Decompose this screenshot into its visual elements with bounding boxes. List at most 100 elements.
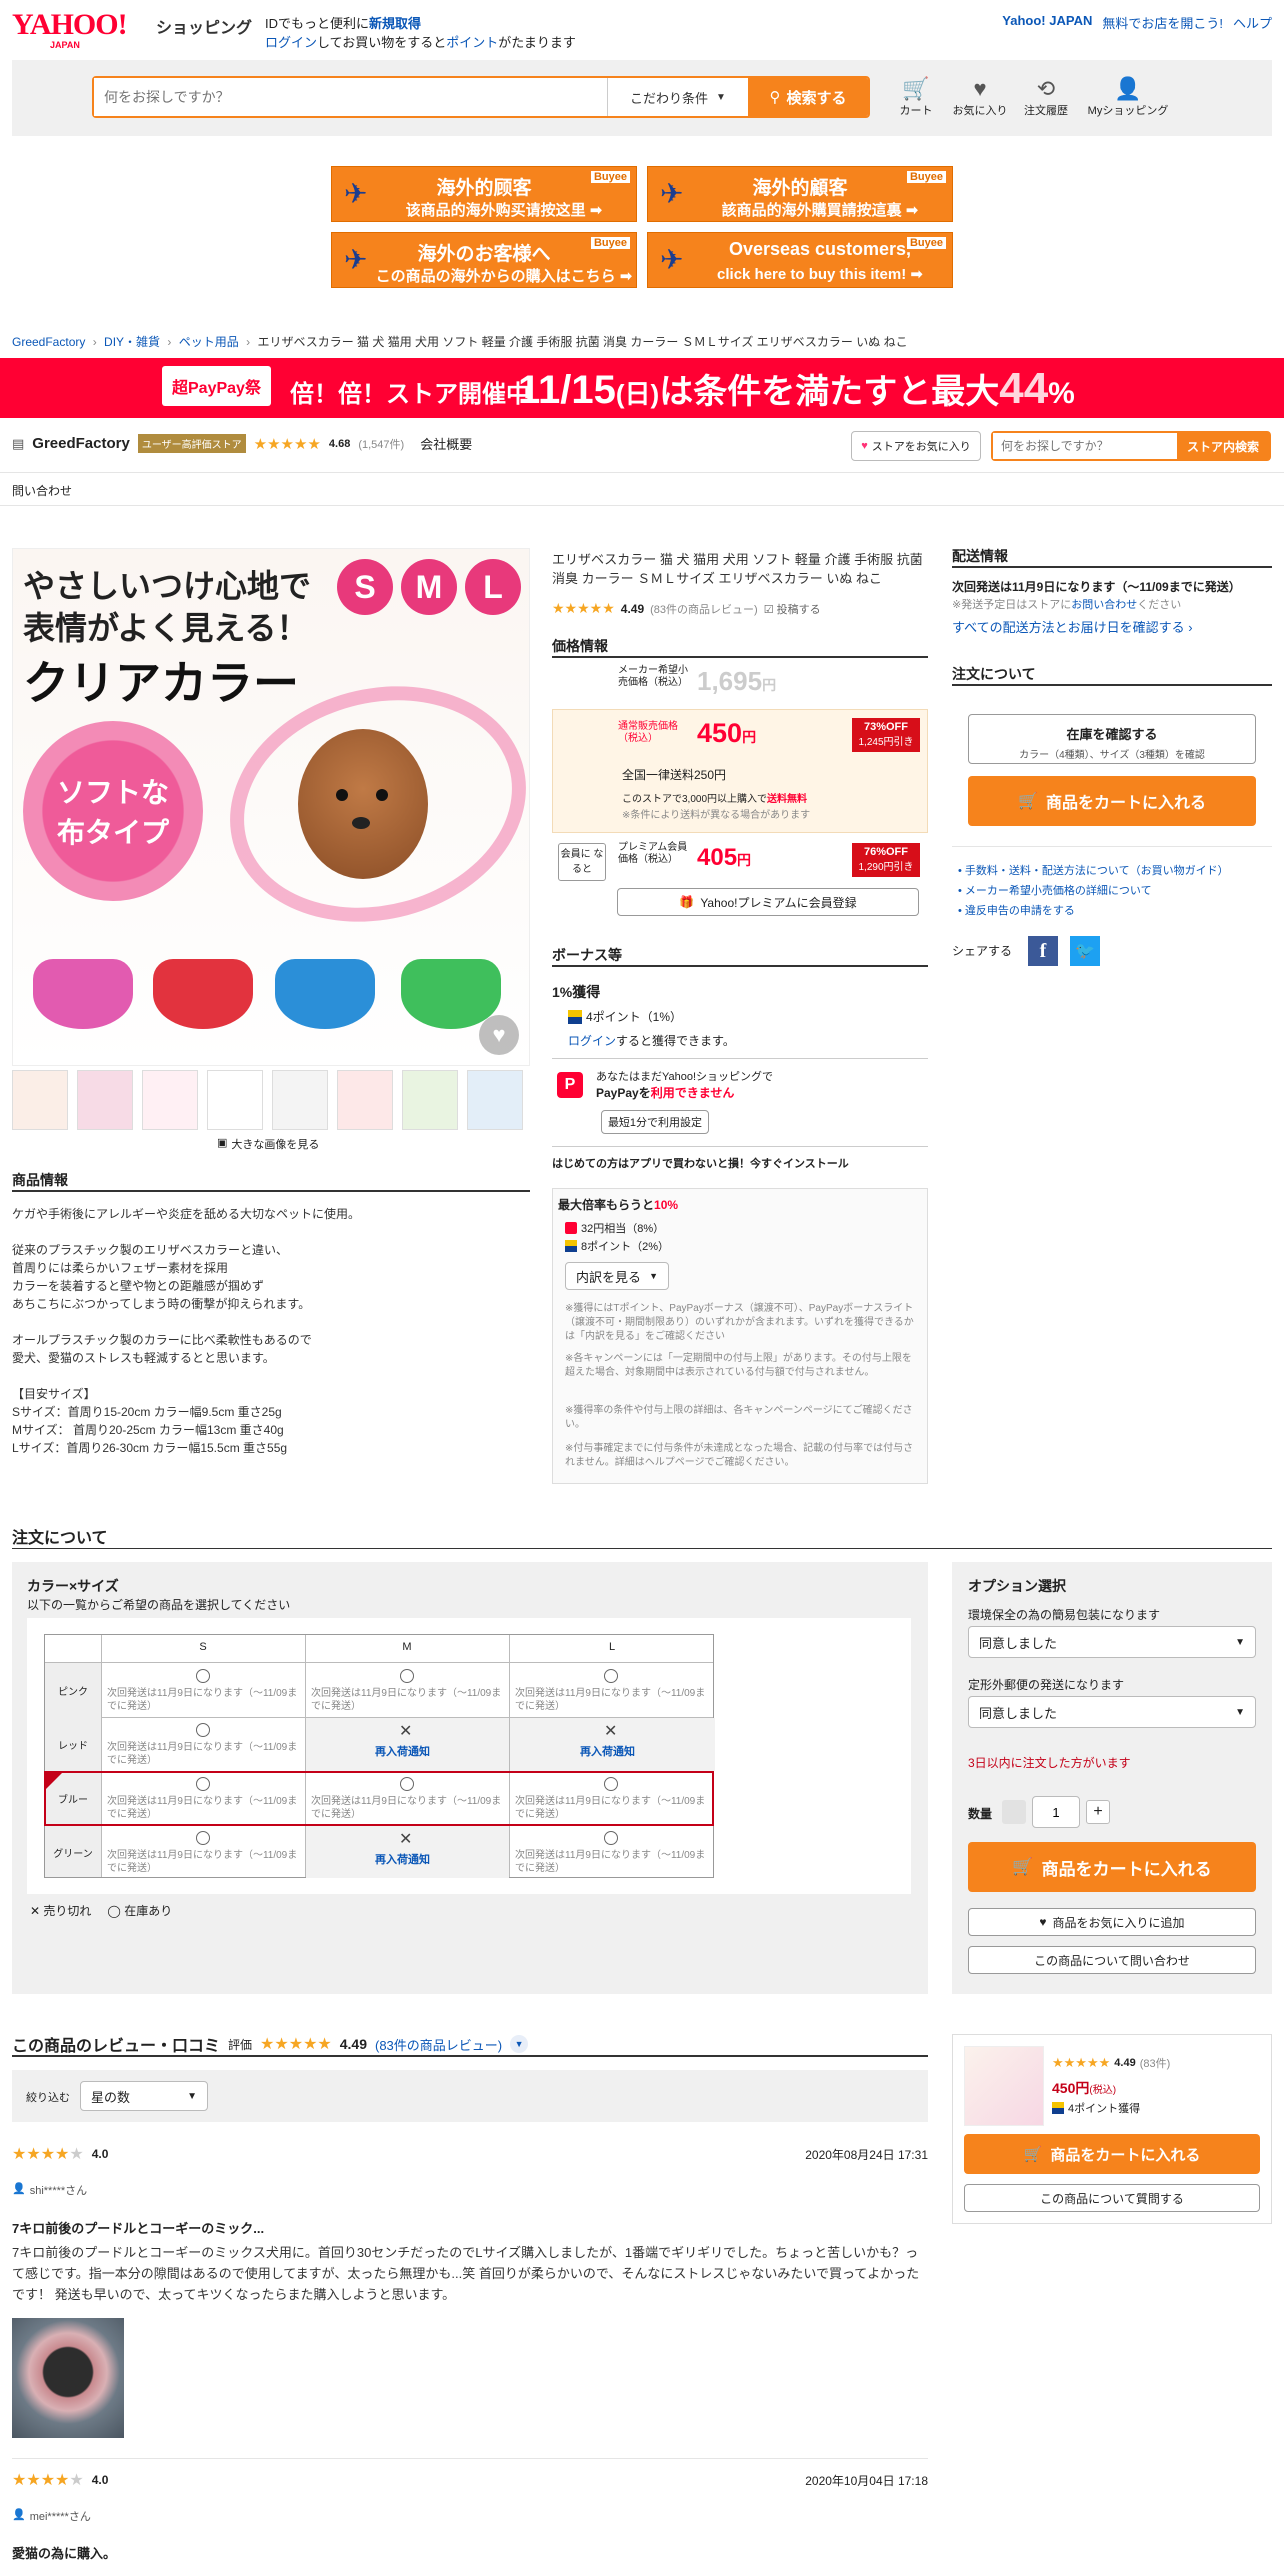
store-name[interactable]: GreedFactory bbox=[32, 435, 130, 452]
review-user: mei*****さん bbox=[29, 2511, 91, 2523]
thumbnail[interactable] bbox=[77, 1070, 133, 1130]
option2-label: 定形外郵便の発送になります bbox=[968, 1678, 1125, 1692]
point-link[interactable]: ポイント bbox=[446, 35, 498, 50]
bonus-login-link[interactable]: ログイン bbox=[568, 1034, 616, 1048]
variant-radio[interactable] bbox=[196, 1723, 210, 1737]
delivery-methods-link[interactable]: すべての配送方法とお届け日を確認する › bbox=[952, 617, 1193, 636]
breadcrumb-category[interactable]: DIY・雑貨 bbox=[104, 335, 160, 349]
thumbnail[interactable] bbox=[207, 1070, 263, 1130]
restock-notify-link[interactable]: 再入荷通知 bbox=[580, 1743, 635, 1759]
thumbnail[interactable] bbox=[402, 1070, 458, 1130]
store-fav-button[interactable]: ♥ ストアをお気に入り bbox=[851, 431, 981, 461]
campaign-banner[interactable]: 超PayPay祭 倍！倍！ストア開催中 11/15 (日) は条件を満たすと最大… bbox=[0, 358, 1284, 418]
cart-button-top[interactable]: 🛒 商品をカートに入れる bbox=[968, 776, 1256, 826]
search-input[interactable] bbox=[94, 78, 608, 116]
selected-corner-tag bbox=[45, 1772, 63, 1790]
facebook-icon[interactable]: f bbox=[1028, 936, 1058, 966]
review-1-photo[interactable] bbox=[12, 2318, 124, 2438]
premium-register-label: Yahoo!プレミアムに会員登録 bbox=[700, 895, 857, 910]
reviews-count-link[interactable]: (83件の商品レビュー) bbox=[375, 2035, 502, 2054]
ask-product-button[interactable]: この商品について問い合わせ bbox=[968, 1946, 1256, 1974]
help-link[interactable]: ヘルプ bbox=[1233, 13, 1272, 32]
breadcrumb-subcategory[interactable]: ペット用品 bbox=[179, 335, 239, 349]
sticky-ask-button[interactable]: この商品について質問する bbox=[964, 2184, 1260, 2212]
qty-minus-button[interactable] bbox=[1002, 1800, 1026, 1824]
review-score: 4.0 bbox=[91, 2147, 109, 2161]
variant-radio[interactable] bbox=[604, 1669, 618, 1683]
delivery-inquiry-link[interactable]: お問い合わせ bbox=[1071, 599, 1137, 611]
divider bbox=[552, 1058, 928, 1059]
premium-price-label: プレミアム会員価格（税込） bbox=[618, 842, 688, 865]
variant-radio[interactable] bbox=[196, 1831, 210, 1845]
qty-plus-button[interactable]: + bbox=[1086, 1800, 1110, 1824]
review-stars: ★★★★★ bbox=[12, 2146, 84, 2163]
open-store-link[interactable]: 無料でお店を開こう! bbox=[1102, 13, 1223, 32]
option1-select[interactable]: 同意しました ▼ bbox=[968, 1626, 1256, 1658]
variant-radio[interactable] bbox=[400, 1669, 414, 1683]
app-notice[interactable]: はじめての方はアプリで買わないと損！今すぐインストール bbox=[552, 1155, 849, 1171]
restock-notify-link[interactable]: 再入荷通知 bbox=[375, 1851, 430, 1867]
share-label: シェアする bbox=[952, 944, 1013, 958]
thumbnail[interactable] bbox=[272, 1070, 328, 1130]
product-main-image[interactable]: やさしいつけ心地で 表情がよく見える！ クリアカラー S M L ソフトな 布タ… bbox=[12, 548, 530, 1066]
register-link[interactable]: 新規取得 bbox=[369, 16, 421, 31]
premium-price: 405円 bbox=[697, 844, 751, 872]
guide-link[interactable]: • 手数料・送料・配送方法について（お買い物ガイド） bbox=[958, 862, 1229, 878]
breakdown-button[interactable]: 内訳を見る ▼ bbox=[565, 1262, 669, 1290]
variant-radio[interactable] bbox=[604, 1831, 618, 1845]
divider bbox=[0, 505, 1284, 506]
breadcrumb-store[interactable]: GreedFactory bbox=[12, 335, 85, 349]
heart-icon[interactable]: ♥ bbox=[479, 1015, 519, 1055]
enlarge-link[interactable]: ▣ 大きな画像を見る bbox=[217, 1136, 319, 1152]
thumbnail[interactable] bbox=[12, 1070, 68, 1130]
restock-notify-link[interactable]: 再入荷通知 bbox=[375, 1743, 430, 1759]
post-review-link[interactable]: ☑ 投稿する bbox=[764, 601, 821, 617]
product-review-count[interactable]: (83件の商品レビュー) bbox=[650, 601, 758, 617]
stock-check-button[interactable]: 在庫を確認する カラー（4種類）、サイズ（3種類）を確認 bbox=[968, 714, 1256, 764]
add-favorite-label: 商品をお気に入りに追加 bbox=[1052, 1915, 1185, 1930]
overseas-banner-jp[interactable]: ✈ Buyee 海外のお客様へ この商品の海外からの購入はこちら ➡ bbox=[331, 232, 637, 288]
divider bbox=[552, 1146, 928, 1147]
thumbnail[interactable] bbox=[467, 1070, 523, 1130]
maker-price-link[interactable]: • メーカー希望小売価格の詳細について bbox=[958, 882, 1152, 898]
filter-select[interactable]: 星の数 ▼ bbox=[80, 2081, 208, 2111]
soldout-icon: ✕ bbox=[399, 1723, 413, 1740]
store-fav-label: ストアをお気に入り bbox=[871, 441, 971, 453]
search-button[interactable]: ⚲ 検索する bbox=[748, 78, 868, 116]
overseas-banner-en[interactable]: ✈ Buyee Overseas customers, click here t… bbox=[647, 232, 953, 288]
thumbnail[interactable] bbox=[337, 1070, 393, 1130]
nav-favorites[interactable]: ♥ お気に入り bbox=[950, 76, 1010, 118]
store-overview-link[interactable]: 会社概要 bbox=[420, 434, 472, 453]
sticky-thumb[interactable] bbox=[964, 2046, 1044, 2126]
store-search-input[interactable] bbox=[993, 433, 1177, 459]
report-link[interactable]: • 違反申告の申請をする bbox=[958, 902, 1075, 918]
cart-button-main[interactable]: 🛒 商品をカートに入れる bbox=[968, 1842, 1256, 1892]
option2-select[interactable]: 同意しました ▼ bbox=[968, 1696, 1256, 1728]
store-inquiry-link[interactable]: 問い合わせ bbox=[12, 482, 72, 499]
chevron-down-icon[interactable]: ▼ bbox=[510, 2035, 529, 2053]
premium-register-button[interactable]: 🎁 Yahoo!プレミアムに会員登録 bbox=[617, 888, 919, 916]
yahoo-japan-link[interactable]: Yahoo! JAPAN bbox=[1002, 13, 1092, 32]
store-search-button[interactable]: ストア内検索 bbox=[1177, 433, 1269, 459]
nav-my-shopping[interactable]: 👤 Myショッピング bbox=[1082, 76, 1174, 118]
logo-yahoo: YAHOO! bbox=[12, 8, 128, 41]
add-favorite-button[interactable]: ♥ 商品をお気に入りに追加 bbox=[968, 1908, 1256, 1936]
search-box: こだわり条件 ▼ ⚲ 検索する bbox=[92, 76, 870, 118]
overseas-banner-tw[interactable]: ✈ Buyee 海外的顧客 該商品的海外購買請按這裏 ➡ bbox=[647, 166, 953, 222]
nav-history[interactable]: ⟲ 注文履歴 bbox=[1018, 76, 1074, 118]
condition-select[interactable]: こだわり条件 ▼ bbox=[608, 78, 748, 116]
condition-label: こだわり条件 bbox=[630, 90, 709, 106]
site-logo[interactable]: YAHOO! JAPAN bbox=[12, 8, 152, 51]
variant-radio[interactable] bbox=[196, 1669, 210, 1683]
login-link[interactable]: ログイン bbox=[265, 35, 317, 50]
flower-text-2: 布タイプ bbox=[56, 817, 169, 848]
sticky-cart-button[interactable]: 🛒 商品をカートに入れる bbox=[964, 2134, 1260, 2174]
nav-cart[interactable]: 🛒 カート bbox=[890, 76, 942, 118]
quantity-input[interactable] bbox=[1032, 1796, 1080, 1828]
overseas-banner-cn[interactable]: ✈ Buyee 海外的顾客 该商品的海外购买请按这里 ➡ bbox=[331, 166, 637, 222]
twitter-icon[interactable]: 🐦 bbox=[1070, 936, 1100, 966]
sticky-tax: (税込) bbox=[1089, 2085, 1117, 2096]
nav-icons: 🛒 カート ♥ お気に入り ⟲ 注文履歴 👤 Myショッピング bbox=[890, 76, 1174, 118]
paypay-setup-button[interactable]: 最短1分で利用設定 bbox=[601, 1110, 709, 1134]
thumbnail[interactable] bbox=[142, 1070, 198, 1130]
